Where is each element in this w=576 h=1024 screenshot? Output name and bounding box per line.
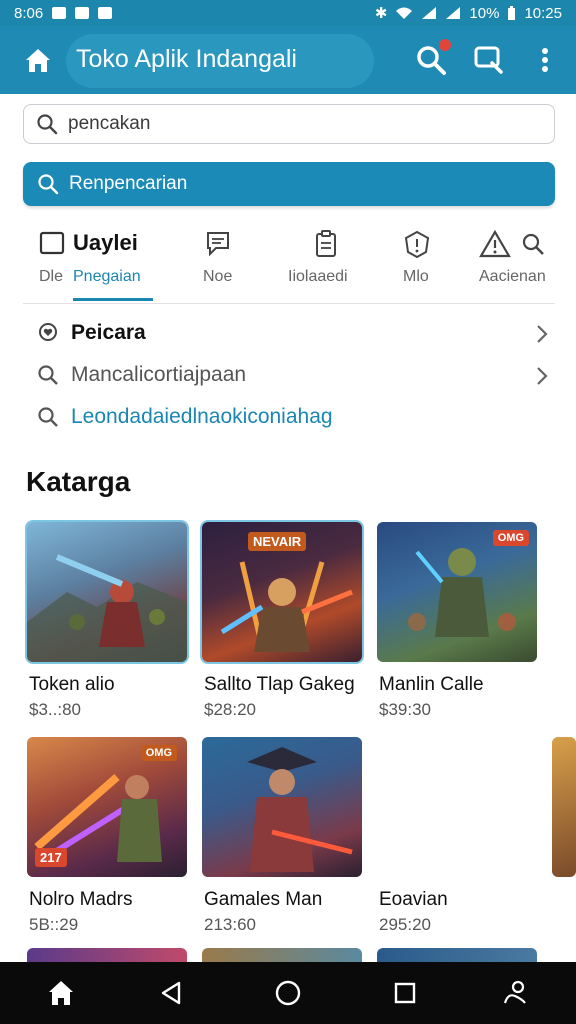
notification-icon [98,7,113,19]
app-price: 295:20 [379,915,431,934]
app-thumbnail [27,522,187,662]
chevron-right-icon [537,325,548,343]
search-icon [38,174,59,195]
tab-aacienan[interactable]: Aacienan [475,222,555,304]
app-name: Gamales Man [204,889,323,910]
app-card[interactable]: OMG 217 Nolro Madrs 5B::29 [27,737,187,934]
search-icon [37,114,58,135]
status-time-right: 10:25 [524,4,562,22]
list-item[interactable]: Peicara [23,312,555,354]
section-title: Katarga [26,466,131,497]
home-icon[interactable] [22,44,54,76]
more-menu-button[interactable] [528,43,562,77]
tab-dle[interactable]: Dle [23,222,73,304]
app-thumbnail[interactable] [27,948,187,962]
app-name: Nolro Madrs [29,889,133,910]
search-field[interactable] [23,104,555,144]
search-icon [38,407,58,427]
game-logo-badge: 217 [35,848,67,867]
app-price: $3..:80 [29,700,81,719]
suggestion-list: Peicara Mancalicortiajpaan Leondadaiedln… [23,312,555,438]
tab-bar: Uaylei Dle Pnegaian Noe Iiolaaedi Mlo Aa… [23,222,555,304]
app-title: Toko Aplik Indangali [76,45,297,73]
app-name: Token alio [29,674,115,695]
bluetooth-icon: ✱ [374,5,388,22]
app-card[interactable]: NEVAIR Sallto Tlap Gakeg $28:20 [202,522,362,719]
app-name: Sallto Tlap Gakeg [204,674,355,695]
accessibility-icon[interactable] [500,978,530,1008]
app-price: $39:30 [379,700,431,719]
status-bar: 8:06 ✱ 10% 10:25 [0,0,576,26]
more-vertical-icon [542,48,548,72]
app-card[interactable]: OMG Manlin Calle $39:30 [377,522,537,719]
clipboard-icon [316,230,336,257]
tab-pnegaian[interactable]: Pnegaian [73,222,163,304]
app-thumbnail[interactable] [377,948,537,962]
game-logo-badge: NEVAIR [248,532,307,551]
signal-icon [446,7,461,19]
shield-icon [404,230,430,258]
tab-noe[interactable]: Noe [193,222,243,304]
app-thumbnail[interactable] [202,948,362,962]
battery-icon [508,5,516,20]
app-price: $28:20 [204,700,256,719]
app-price: 213:60 [204,915,256,934]
tab-label: Pnegaian [73,268,141,285]
system-nav-bar [0,962,576,1024]
search-submit-button[interactable]: Renpencarian [23,162,555,206]
notification-dot [439,39,451,51]
list-item-label: Peicara [71,321,146,344]
list-item[interactable]: Mancalicortiajpaan [23,354,555,396]
search-icon [38,365,58,385]
chat-icon [207,232,229,257]
game-logo-badge: OMG [492,530,529,546]
search-action-button[interactable] [414,39,451,77]
chevron-right-icon [537,367,548,385]
tab-label: Mlo [403,268,429,285]
tab-label: Iiolaaedi [288,268,348,285]
warning-icon [479,230,511,258]
app-thumbnail [552,737,576,877]
notification-icon [52,7,67,19]
battery-level: 10% [469,4,500,22]
heart-pin-icon [39,323,57,341]
list-item-label: Leondadaiedlnaokiconiahag [71,405,333,428]
list-item-label: Mancalicortiajpaan [71,363,247,386]
signal-icon [422,7,437,19]
app-card-partial[interactable]: Ca 10 [552,737,576,877]
app-card[interactable]: Gamales Man 213:60 [202,737,362,934]
chat-search-icon [474,46,503,74]
notification-icon [75,7,90,19]
app-name: Eoavian [379,889,448,910]
app-bar: Toko Aplik Indangali [0,26,576,94]
app-thumbnail: OMG 217 [27,737,187,877]
back-icon[interactable] [156,978,186,1008]
app-thumbnail [202,737,362,877]
wifi-icon [396,7,413,19]
app-name: Manlin Calle [379,674,484,695]
search-button-label: Renpencarian [69,173,188,194]
list-item[interactable]: Leondadaiedlnaokiconiahag [23,396,555,438]
app-thumbnail: OMG [377,522,537,662]
tab-iiolaaedi[interactable]: Iiolaaedi [288,222,368,304]
message-search-button[interactable] [472,43,506,77]
search-input[interactable] [68,113,508,135]
screen: 8:06 ✱ 10% 10:25 Toko Aplik Indangali pe… [0,0,576,1024]
tab-label: Aacienan [479,268,546,285]
tab-label: Noe [203,268,233,285]
app-card[interactable]: Token alio $3..:80 [27,522,187,719]
active-tab-indicator [73,298,153,301]
home-icon[interactable] [46,978,76,1008]
app-thumbnail: NEVAIR [202,522,362,662]
game-logo-badge: OMG [140,745,177,761]
tab-label: Dle [39,268,64,285]
search-icon [522,233,544,255]
tab-mlo[interactable]: Mlo [393,222,443,304]
home-circle-icon[interactable] [273,978,303,1008]
status-time-left: 8:06 [14,4,44,22]
app-price: 5B::29 [29,915,79,934]
recents-icon[interactable] [390,978,420,1008]
